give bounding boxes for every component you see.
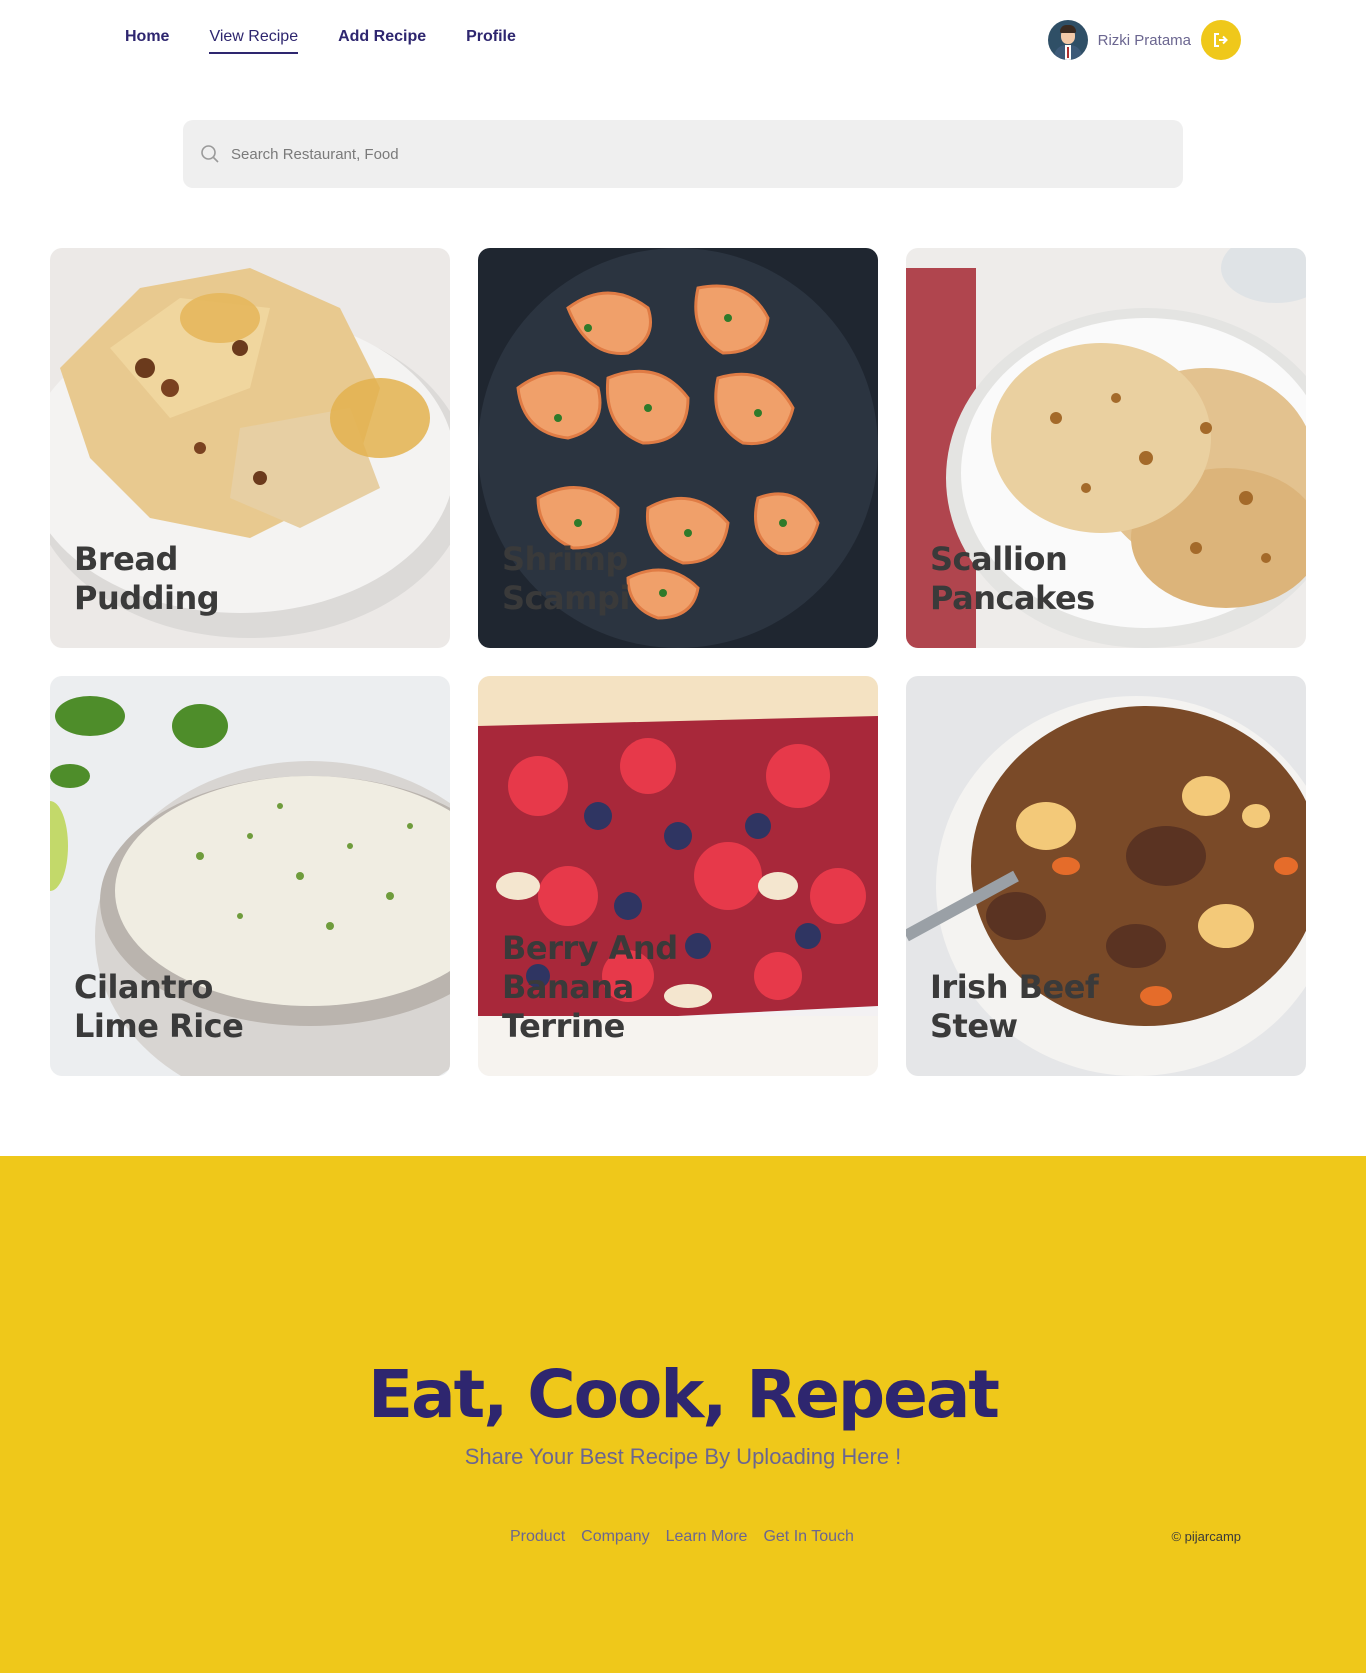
recipe-card-irish-beef-stew[interactable]: Irish Beef Stew xyxy=(906,676,1306,1076)
nav-profile-link[interactable]: Profile xyxy=(466,28,516,54)
recipe-title: Cilantro Lime Rice xyxy=(74,968,244,1045)
recipe-grid: Bread Pudding Shrimp Scampi Scallion Pan… xyxy=(50,248,1306,1076)
nav-add-recipe-link[interactable]: Add Recipe xyxy=(338,28,426,54)
nav-home-link[interactable]: Home xyxy=(125,28,169,54)
search-bar xyxy=(183,120,1183,188)
recipe-title: Bread Pudding xyxy=(74,540,220,617)
recipe-card-cilantro-lime-rice[interactable]: Cilantro Lime Rice xyxy=(50,676,450,1076)
footer-link-product[interactable]: Product xyxy=(510,1528,565,1546)
nav-view-recipe-link[interactable]: View Recipe xyxy=(209,28,299,54)
recipe-title: Shrimp Scampi xyxy=(502,540,630,617)
nav-links: Home View Recipe Add Recipe Profile xyxy=(125,28,516,54)
user-name: Rizki Pratama xyxy=(1097,31,1191,49)
footer-link-learn-more[interactable]: Learn More xyxy=(666,1528,748,1546)
recipe-card-bread-pudding[interactable]: Bread Pudding xyxy=(50,248,450,648)
recipe-title: Scallion Pancakes xyxy=(930,540,1095,617)
footer-links: Product Company Learn More Get In Touch xyxy=(510,1528,854,1546)
recipe-card-berry-banana-terrine[interactable]: Berry And Banana Terrine xyxy=(478,676,878,1076)
search-icon xyxy=(199,143,221,165)
avatar[interactable] xyxy=(1047,20,1088,60)
logout-icon xyxy=(1214,33,1228,47)
recipe-title: Irish Beef Stew xyxy=(930,968,1099,1045)
recipe-card-scallion-pancakes[interactable]: Scallion Pancakes xyxy=(906,248,1306,648)
footer-link-get-in-touch[interactable]: Get In Touch xyxy=(763,1528,853,1546)
copyright: © pijarcamp xyxy=(1171,1529,1241,1544)
recipe-title: Berry And Banana Terrine xyxy=(502,929,678,1045)
user-menu: Rizki Pratama xyxy=(1047,20,1241,60)
recipe-card-shrimp-scampi[interactable]: Shrimp Scampi xyxy=(478,248,878,648)
hero-footer: Eat, Cook, Repeat Share Your Best Recipe… xyxy=(0,1156,1366,1673)
footer-link-company[interactable]: Company xyxy=(581,1528,649,1546)
search-input[interactable] xyxy=(231,145,1131,163)
hero-title: Eat, Cook, Repeat xyxy=(368,1356,1000,1433)
navbar: Home View Recipe Add Recipe Profile Rizk… xyxy=(0,0,1366,80)
hero-subtitle: Share Your Best Recipe By Uploading Here… xyxy=(464,1444,902,1469)
logout-button[interactable] xyxy=(1201,20,1241,60)
